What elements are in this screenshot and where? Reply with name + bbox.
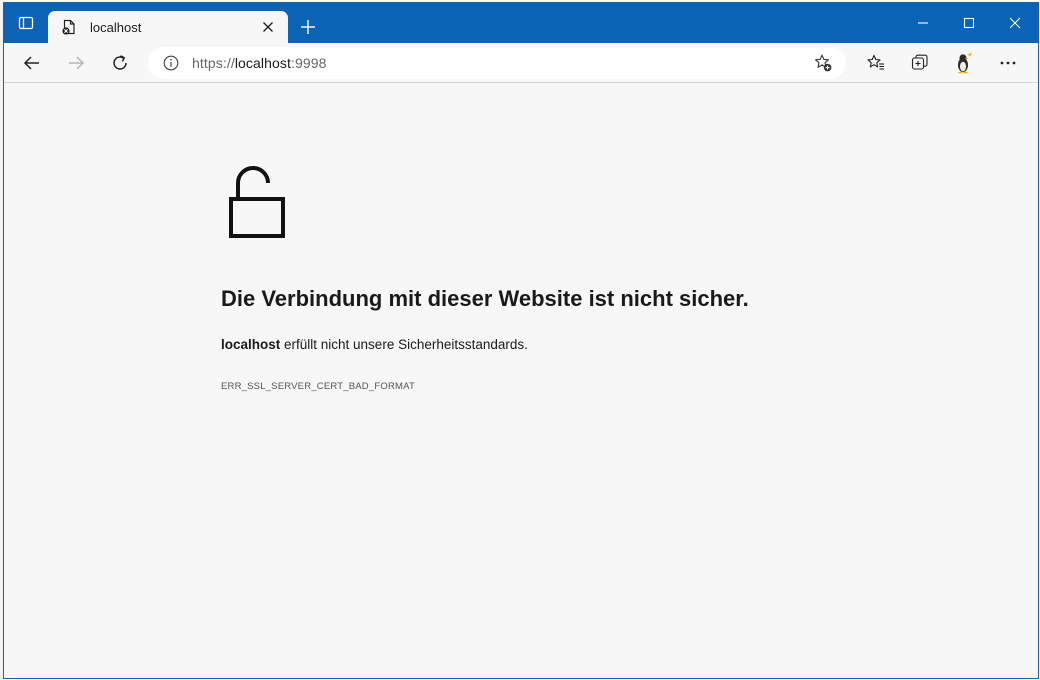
site-name: localhost bbox=[221, 337, 281, 352]
minimize-icon bbox=[918, 22, 928, 24]
browser-window: localhost https://localhost:9998 Die Ver… bbox=[3, 2, 1039, 679]
close-icon bbox=[1009, 17, 1021, 29]
more-options-button[interactable] bbox=[986, 46, 1030, 80]
arrow-left-icon bbox=[23, 55, 39, 70]
favorites-icon bbox=[867, 54, 884, 70]
url-host: localhost bbox=[234, 55, 291, 71]
refresh-button[interactable] bbox=[100, 46, 140, 80]
tab-localhost[interactable]: localhost bbox=[48, 11, 288, 43]
info-icon bbox=[163, 55, 179, 71]
url-scheme: https:// bbox=[192, 55, 235, 71]
arrow-right-icon bbox=[69, 55, 85, 70]
back-button[interactable] bbox=[12, 46, 52, 80]
url-text[interactable]: https://localhost:9998 bbox=[192, 55, 812, 71]
page-error-icon bbox=[60, 18, 78, 36]
window-controls bbox=[900, 3, 1038, 43]
unlocked-padlock-icon bbox=[229, 166, 285, 238]
tab-actions-button[interactable] bbox=[4, 3, 48, 43]
plus-icon bbox=[301, 20, 315, 34]
site-info-button[interactable] bbox=[162, 54, 180, 72]
error-code: ERR_SSL_SERVER_CERT_BAD_FORMAT bbox=[221, 381, 415, 392]
profile-button[interactable] bbox=[942, 46, 986, 80]
new-tab-button[interactable] bbox=[290, 11, 326, 43]
window-close-button[interactable] bbox=[992, 3, 1038, 43]
address-bar[interactable]: https://localhost:9998 bbox=[148, 47, 846, 79]
title-bar: localhost bbox=[4, 3, 1038, 43]
maximize-button[interactable] bbox=[946, 3, 992, 43]
add-favorite-button[interactable] bbox=[812, 52, 834, 74]
ellipsis-icon bbox=[1000, 61, 1016, 65]
star-plus-icon bbox=[815, 54, 832, 72]
error-message: erfüllt nicht unsere Sicherheitsstandard… bbox=[280, 337, 528, 352]
toolbar-right bbox=[854, 46, 1030, 80]
favorites-button[interactable] bbox=[854, 46, 898, 80]
refresh-icon bbox=[113, 54, 127, 70]
error-description: localhost erfüllt nicht unsere Sicherhei… bbox=[221, 337, 528, 352]
tab-close-button[interactable] bbox=[258, 17, 278, 37]
close-icon bbox=[263, 22, 273, 32]
forward-button[interactable] bbox=[56, 46, 96, 80]
tab-actions-icon bbox=[18, 16, 34, 30]
collections-button[interactable] bbox=[898, 46, 942, 80]
minimize-button[interactable] bbox=[900, 3, 946, 43]
maximize-icon bbox=[963, 17, 975, 29]
avatar-icon bbox=[958, 52, 972, 74]
tab-title: localhost bbox=[90, 19, 142, 35]
url-port: :9998 bbox=[290, 55, 327, 71]
page-content: Die Verbindung mit dieser Website ist ni… bbox=[4, 83, 1038, 678]
toolbar: https://localhost:9998 bbox=[4, 43, 1038, 83]
page-title: Die Verbindung mit dieser Website ist ni… bbox=[221, 286, 749, 311]
collections-icon bbox=[911, 54, 928, 70]
